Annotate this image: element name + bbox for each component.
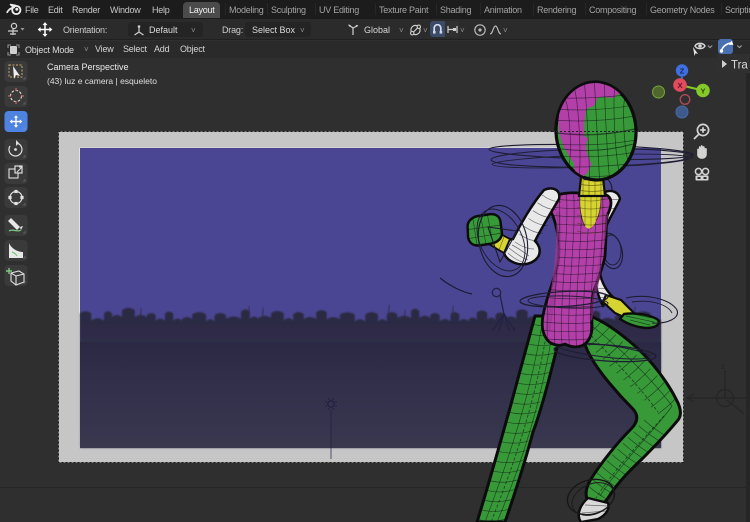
svg-text:Tra: Tra <box>731 60 748 71</box>
svg-text:z: z <box>721 362 725 371</box>
svg-text:Z: Z <box>680 67 685 76</box>
svg-text:X: X <box>677 81 682 90</box>
svg-text:Y: Y <box>700 87 705 96</box>
